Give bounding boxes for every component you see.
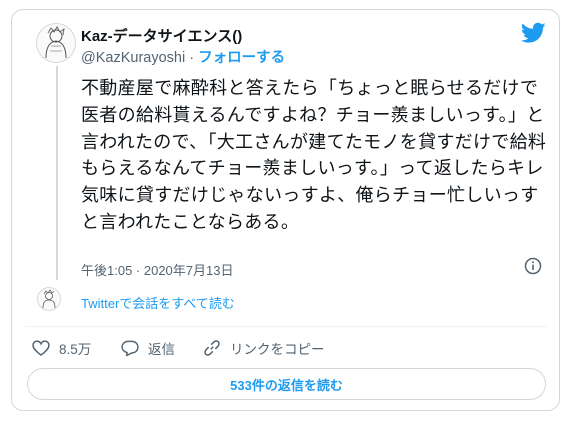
author-handle[interactable]: @KazKurayoshi [81, 50, 185, 66]
thread-avatar [37, 287, 61, 311]
heart-icon [32, 340, 50, 357]
copy-link-label: リンクをコピー [230, 342, 325, 357]
tweet-text: 不動産屋で麻酔科と答えたら「ちょっと眠らせるだけで医者の給料貰えるんですよね？チ… [81, 78, 547, 233]
handle-separator: · [185, 50, 199, 66]
reply-label: 返信 [148, 342, 175, 357]
tweet-card: Kaz-データサイエンス() @KazKurayoshi · フォローする 不動… [11, 9, 560, 411]
reply-icon [121, 340, 139, 357]
reply-button[interactable]: 返信 [120, 338, 175, 358]
author-avatar[interactable] [36, 23, 76, 63]
follow-button[interactable]: フォローする [198, 50, 285, 66]
read-conversation-link[interactable]: Twitterで会話をすべて読む [81, 293, 235, 312]
like-button[interactable]: 8.5万 [31, 338, 91, 358]
like-count: 8.5万 [59, 342, 92, 357]
twitter-bird-icon[interactable] [521, 22, 546, 44]
author-display-name[interactable]: Kaz-データサイエンス() [81, 25, 242, 46]
thread-line [56, 66, 58, 280]
read-replies-button[interactable]: 533件の返信を読む [27, 368, 546, 400]
info-icon[interactable] [524, 257, 542, 275]
divider [25, 326, 547, 327]
author-handle-row: @KazKurayoshi · フォローする [81, 46, 285, 67]
copy-link-button[interactable]: リンクをコピー [202, 338, 325, 358]
tweet-timestamp[interactable]: 午後1:05 · 2020年7月13日 [81, 260, 233, 279]
link-icon [204, 340, 220, 356]
